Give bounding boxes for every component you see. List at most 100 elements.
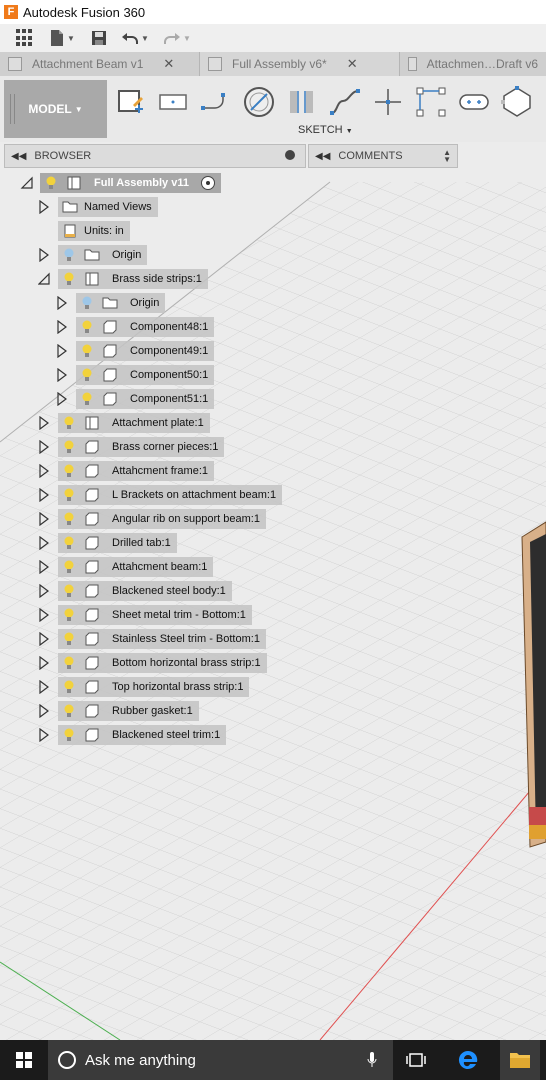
visibility-bulb-icon[interactable] bbox=[62, 272, 76, 286]
visibility-bulb-off-icon[interactable] bbox=[62, 248, 76, 262]
collapsed-triangle-icon[interactable] bbox=[38, 656, 50, 670]
tree-item-component50[interactable]: Component50:1 bbox=[56, 365, 215, 385]
tree-item-l-brackets[interactable]: L Brackets on attachment beam:1 bbox=[38, 485, 283, 505]
tree-item-rubber-gasket[interactable]: Rubber gasket:1 bbox=[38, 701, 199, 721]
comments-panel-header[interactable]: ◀◀ COMMENTS ▲ ▼ bbox=[308, 144, 458, 168]
tree-item-stainless-steel-trim[interactable]: Stainless Steel trim - Bottom:1 bbox=[38, 629, 266, 649]
tree-item-units[interactable]: Units: in bbox=[58, 221, 130, 241]
circle-tool[interactable] bbox=[243, 86, 275, 118]
expand-collapse-icon[interactable]: ▲ ▼ bbox=[443, 149, 451, 164]
visibility-bulb-icon[interactable] bbox=[62, 728, 76, 742]
visibility-bulb-icon[interactable] bbox=[62, 632, 76, 646]
visibility-bulb-icon[interactable] bbox=[62, 416, 76, 430]
activate-radio-icon[interactable] bbox=[200, 176, 215, 190]
visibility-bulb-icon[interactable] bbox=[80, 344, 94, 358]
visibility-bulb-icon[interactable] bbox=[62, 464, 76, 478]
visibility-bulb-icon[interactable] bbox=[80, 368, 94, 382]
workspace-switcher[interactable]: MODEL ▼ bbox=[4, 80, 107, 138]
visibility-bulb-icon[interactable] bbox=[62, 680, 76, 694]
data-panel-button[interactable] bbox=[0, 24, 40, 52]
search-box[interactable]: Ask me anything bbox=[48, 1040, 393, 1080]
tree-item-brass-side-strips[interactable]: Brass side strips:1 bbox=[38, 269, 208, 289]
collapsed-triangle-icon[interactable] bbox=[56, 392, 68, 406]
visibility-bulb-icon[interactable] bbox=[62, 512, 76, 526]
redo-button[interactable]: ▼ bbox=[156, 24, 198, 52]
tree-item-origin[interactable]: Origin bbox=[38, 245, 148, 265]
tree-item-nested-origin[interactable]: Origin bbox=[56, 293, 166, 313]
collapsed-triangle-icon[interactable] bbox=[56, 296, 68, 310]
constraint-tool[interactable] bbox=[415, 86, 447, 118]
visibility-bulb-icon[interactable] bbox=[62, 608, 76, 622]
tree-item-angular-rib[interactable]: Angular rib on support beam:1 bbox=[38, 509, 266, 529]
visibility-bulb-icon[interactable] bbox=[62, 560, 76, 574]
collapsed-triangle-icon[interactable] bbox=[38, 560, 50, 574]
tree-item-attachment-frame[interactable]: Attahcment frame:1 bbox=[38, 461, 214, 481]
collapsed-triangle-icon[interactable] bbox=[38, 608, 50, 622]
tree-item-brass-corner-pieces[interactable]: Brass corner pieces:1 bbox=[38, 437, 225, 457]
collapsed-triangle-icon[interactable] bbox=[38, 200, 50, 214]
collapsed-triangle-icon[interactable] bbox=[38, 584, 50, 598]
undo-button[interactable]: ▼ bbox=[114, 24, 156, 52]
collapsed-triangle-icon[interactable] bbox=[38, 248, 50, 262]
collapsed-triangle-icon[interactable] bbox=[38, 704, 50, 718]
expanded-triangle-icon[interactable] bbox=[20, 176, 34, 190]
collapsed-triangle-icon[interactable] bbox=[38, 464, 50, 478]
tree-item-drilled-tab[interactable]: Drilled tab:1 bbox=[38, 533, 177, 553]
tree-item-bottom-brass-strip[interactable]: Bottom horizontal brass strip:1 bbox=[38, 653, 267, 673]
slot-tool[interactable] bbox=[286, 86, 318, 118]
visibility-bulb-icon[interactable] bbox=[62, 656, 76, 670]
visibility-bulb-icon[interactable] bbox=[80, 320, 94, 334]
browser-panel-header[interactable]: ◀◀ BROWSER bbox=[4, 144, 306, 168]
collapsed-triangle-icon[interactable] bbox=[38, 488, 50, 502]
visibility-bulb-icon[interactable] bbox=[62, 704, 76, 718]
collapsed-triangle-icon[interactable] bbox=[38, 416, 50, 430]
tree-item-blackened-steel-body[interactable]: Blackened steel body:1 bbox=[38, 581, 232, 601]
visibility-bulb-icon[interactable] bbox=[62, 488, 76, 502]
collapsed-triangle-icon[interactable] bbox=[56, 320, 68, 334]
edge-browser-button[interactable] bbox=[450, 1040, 486, 1080]
close-icon[interactable]: ✕ bbox=[347, 56, 358, 72]
sketch-menu[interactable]: SKETCH ▼ bbox=[298, 124, 353, 136]
tree-item-attachment-beam[interactable]: Attahcment beam:1 bbox=[38, 557, 214, 577]
tree-item-attachment-plate[interactable]: Attachment plate:1 bbox=[38, 413, 210, 433]
collapsed-triangle-icon[interactable] bbox=[56, 344, 68, 358]
task-view-button[interactable] bbox=[398, 1040, 434, 1080]
file-explorer-button[interactable] bbox=[500, 1040, 540, 1080]
tree-item-sheet-metal-trim[interactable]: Sheet metal trim - Bottom:1 bbox=[38, 605, 252, 625]
tab-full-assembly[interactable]: Full Assembly v6* ✕ bbox=[200, 52, 400, 76]
tree-item-blackened-steel-trim[interactable]: Blackened steel trim:1 bbox=[38, 725, 227, 745]
collapsed-triangle-icon[interactable] bbox=[38, 728, 50, 742]
point-tool[interactable] bbox=[372, 86, 404, 118]
tree-item-component49[interactable]: Component49:1 bbox=[56, 341, 215, 361]
collapsed-triangle-icon[interactable] bbox=[38, 512, 50, 526]
slot-shape-tool[interactable] bbox=[458, 86, 490, 118]
collapse-icon[interactable]: ◀◀ bbox=[11, 151, 26, 162]
collapsed-triangle-icon[interactable] bbox=[38, 680, 50, 694]
start-button[interactable] bbox=[0, 1040, 48, 1080]
toolbar-grip[interactable] bbox=[10, 94, 15, 124]
collapsed-triangle-icon[interactable] bbox=[38, 632, 50, 646]
rectangle-tool[interactable] bbox=[157, 86, 189, 118]
tree-item-component51[interactable]: Component51:1 bbox=[56, 389, 215, 409]
tree-item-named-views[interactable]: Named Views bbox=[38, 197, 158, 217]
visibility-bulb-icon[interactable] bbox=[62, 536, 76, 550]
visibility-bulb-off-icon[interactable] bbox=[80, 296, 94, 310]
tree-root[interactable]: Full Assembly v11 bbox=[20, 173, 221, 193]
polygon-tool[interactable] bbox=[501, 86, 533, 118]
microphone-icon[interactable] bbox=[367, 1052, 377, 1068]
expanded-triangle-icon[interactable] bbox=[38, 272, 50, 286]
minus-circle-icon[interactable] bbox=[285, 150, 295, 160]
visibility-bulb-icon[interactable] bbox=[62, 440, 76, 454]
save-button[interactable] bbox=[84, 24, 114, 52]
collapsed-triangle-icon[interactable] bbox=[38, 440, 50, 454]
tree-item-component48[interactable]: Component48:1 bbox=[56, 317, 215, 337]
tab-attachment-beam[interactable]: Attachment Beam v1 ✕ bbox=[0, 52, 200, 76]
tab-attachment-draft[interactable]: Attachmen…Draft v6 bbox=[400, 52, 546, 76]
visibility-bulb-icon[interactable] bbox=[62, 584, 76, 598]
collapse-icon[interactable]: ◀◀ bbox=[315, 151, 330, 162]
spline-tool[interactable] bbox=[329, 86, 361, 118]
line-tool[interactable] bbox=[200, 86, 232, 118]
visibility-bulb-icon[interactable] bbox=[44, 176, 58, 190]
visibility-bulb-icon[interactable] bbox=[80, 392, 94, 406]
close-icon[interactable]: ✕ bbox=[163, 56, 174, 72]
